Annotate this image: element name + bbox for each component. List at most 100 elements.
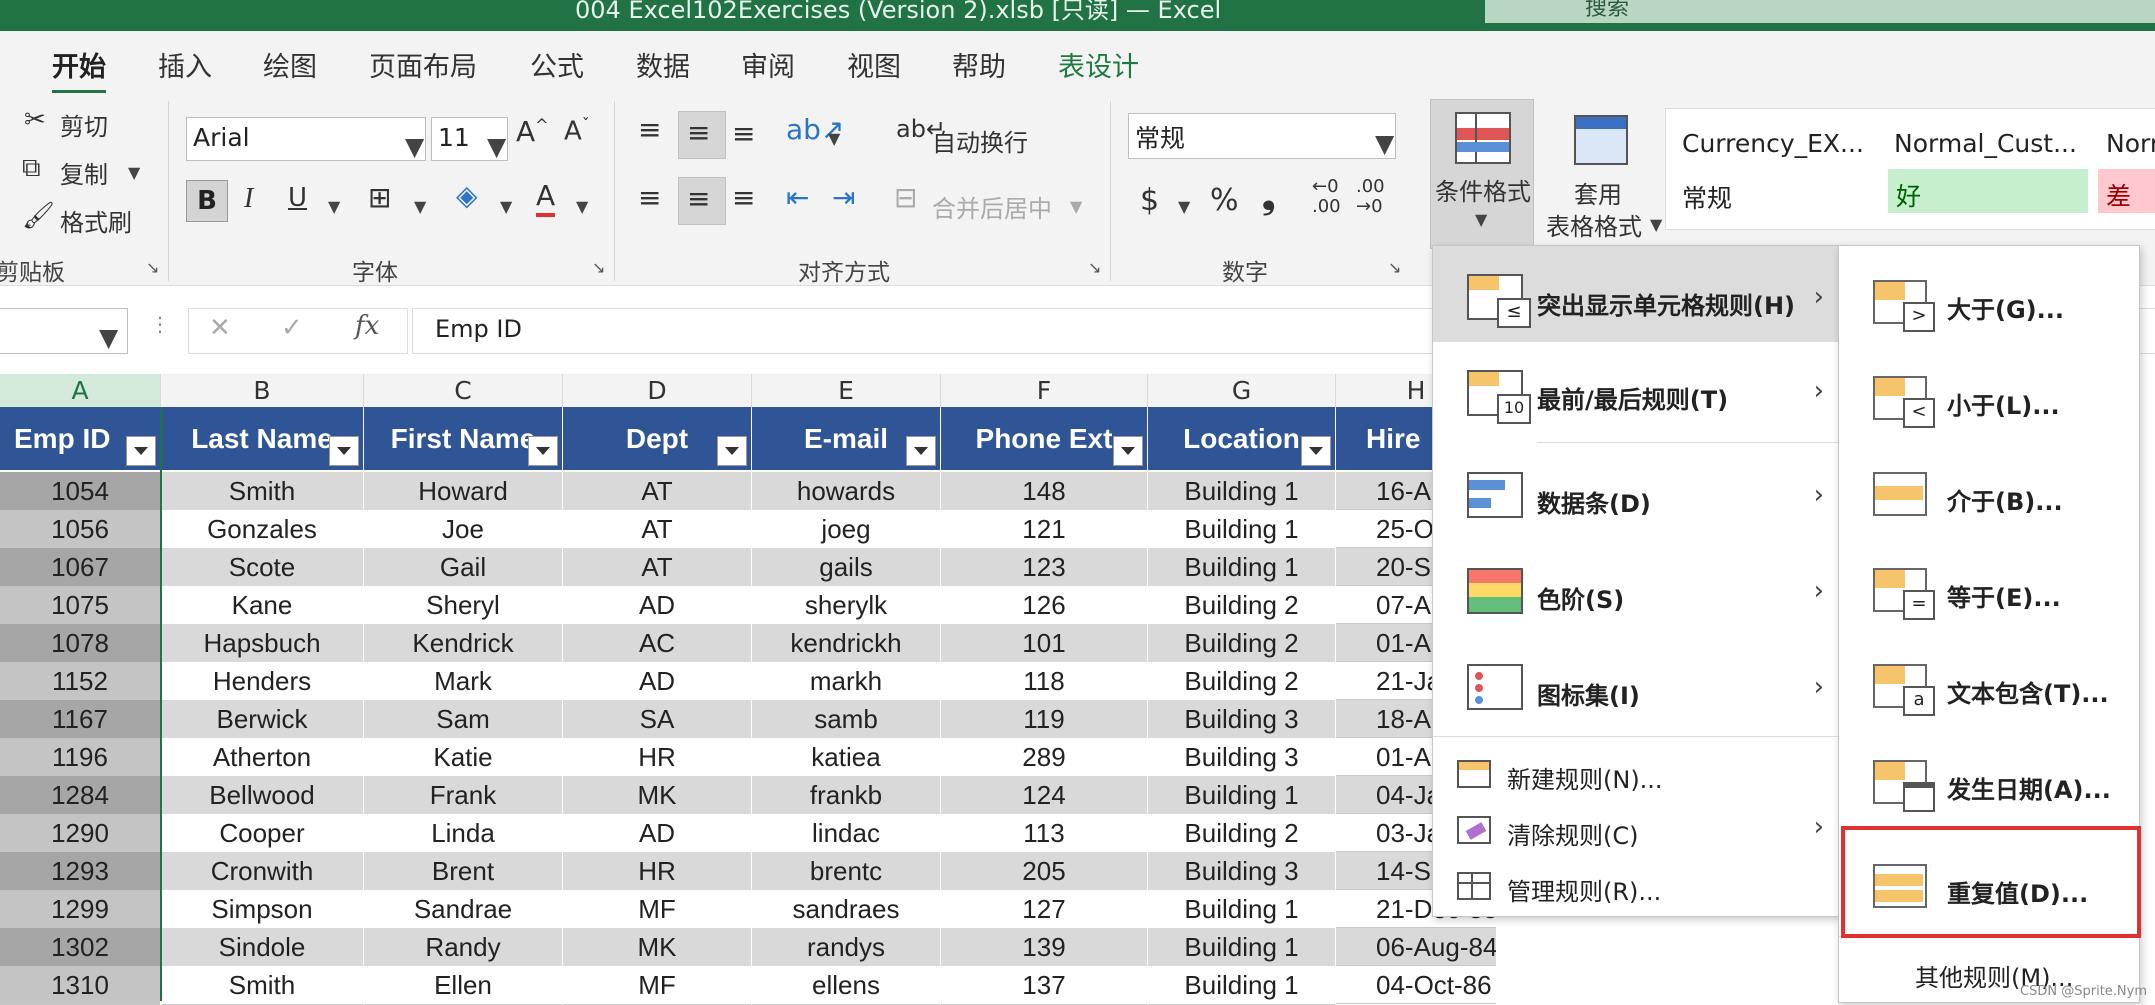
cell-location[interactable]: Building 2 <box>1148 624 1335 663</box>
cell-first-name[interactable]: Gail <box>364 548 562 587</box>
tab-home[interactable]: 开始 <box>52 45 106 94</box>
format-as-table-button[interactable]: 套用 表格格式 ▼ <box>1540 99 1662 259</box>
cell-emp-id[interactable]: 1293 <box>0 852 160 891</box>
cell-dept[interactable]: MF <box>563 890 751 929</box>
cell-last-name[interactable]: Smith <box>161 966 363 1005</box>
cell-first-name[interactable]: Kendrick <box>364 624 562 663</box>
cell-emp-id[interactable]: 1152 <box>0 662 160 701</box>
align-top-icon[interactable]: ≡ <box>638 113 661 146</box>
orientation-chevron-icon[interactable]: ▼ <box>828 129 840 148</box>
increase-indent-icon[interactable]: ⇥ <box>832 181 855 214</box>
cell-phone-ext[interactable]: 148 <box>941 472 1147 511</box>
search-box[interactable]: 搜索 <box>1485 0 2155 23</box>
cell-phone-ext[interactable]: 127 <box>941 890 1147 929</box>
cell-dept[interactable]: AT <box>563 510 751 549</box>
align-center-button[interactable]: ≡ <box>678 177 726 225</box>
cell-dept[interactable]: MK <box>563 928 751 967</box>
clipboard-launcher-icon[interactable]: ↘ <box>146 258 159 277</box>
cell-first-name[interactable]: Brent <box>364 852 562 891</box>
submenu-item-less-than[interactable]: < 小于(L)... <box>1839 360 2139 446</box>
cell-last-name[interactable]: Scote <box>161 548 363 587</box>
cell-last-name[interactable]: Hapsbuch <box>161 624 363 663</box>
cell-email[interactable]: gails <box>752 548 940 587</box>
cell-location[interactable]: Building 1 <box>1148 928 1335 967</box>
cell-email[interactable]: kendrickh <box>752 624 940 663</box>
cell-email[interactable]: howards <box>752 472 940 511</box>
column-header-e[interactable]: E <box>752 374 941 408</box>
bold-button[interactable]: B <box>186 180 228 222</box>
cell-first-name[interactable]: Joe <box>364 510 562 549</box>
filter-dropdown-icon[interactable] <box>1113 436 1143 466</box>
style-bad[interactable]: 差 <box>2098 169 2155 213</box>
menu-item-data-bars[interactable]: 数据条(D) › <box>1433 452 1838 538</box>
header-dept[interactable]: Dept <box>563 407 751 470</box>
cell-first-name[interactable]: Mark <box>364 662 562 701</box>
increase-font-size-icon[interactable]: A^ <box>516 115 549 148</box>
column-header-a[interactable]: A <box>0 374 161 410</box>
filter-dropdown-icon[interactable] <box>1301 436 1331 466</box>
cell-last-name[interactable]: Simpson <box>161 890 363 929</box>
cell-first-name[interactable]: Howard <box>364 472 562 511</box>
font-color-icon[interactable]: A <box>536 179 556 217</box>
font-launcher-icon[interactable]: ↘ <box>592 258 605 277</box>
merge-center-icon[interactable]: ⊟ <box>894 181 917 214</box>
decrease-indent-icon[interactable]: ⇤ <box>786 181 809 214</box>
cell-last-name[interactable]: Sindole <box>161 928 363 967</box>
cancel-icon[interactable]: ✕ <box>209 313 231 343</box>
currency-button[interactable]: $ <box>1140 183 1159 218</box>
menu-item-highlight-rules[interactable]: ≤ 突出显示单元格规则(H) › <box>1433 246 1838 342</box>
style-currency-ex[interactable]: Currency_EX... <box>1682 129 1864 158</box>
filter-dropdown-icon[interactable] <box>717 436 747 466</box>
cell-last-name[interactable]: Berwick <box>161 700 363 739</box>
cell-emp-id[interactable]: 1167 <box>0 700 160 739</box>
cell-email[interactable]: katiea <box>752 738 940 777</box>
cell-first-name[interactable]: Ellen <box>364 966 562 1005</box>
tab-insert[interactable]: 插入 <box>158 45 212 84</box>
number-launcher-icon[interactable]: ↘ <box>1388 258 1401 277</box>
comma-button[interactable]: ❟ <box>1262 177 1275 217</box>
cell-location[interactable]: Building 1 <box>1148 890 1335 929</box>
cell-last-name[interactable]: Kane <box>161 586 363 625</box>
menu-item-top-bottom-rules[interactable]: 10 最前/最后规则(T) › <box>1433 352 1838 438</box>
cell-location[interactable]: Building 1 <box>1148 966 1335 1005</box>
cell-email[interactable]: joeg <box>752 510 940 549</box>
cell-email[interactable]: sandraes <box>752 890 940 929</box>
submenu-item-between[interactable]: 介于(B)... <box>1839 456 2139 542</box>
column-header-b[interactable]: B <box>161 374 364 408</box>
menu-item-clear-rules[interactable]: 清除规则(C) › <box>1433 802 1838 858</box>
align-left-icon[interactable]: ≡ <box>638 181 661 214</box>
scissors-icon[interactable]: ✂ <box>24 105 46 135</box>
cell-email[interactable]: lindac <box>752 814 940 853</box>
header-emp-id[interactable]: Emp ID <box>0 407 160 470</box>
cell-hire-date[interactable]: 06-Aug-84 <box>1336 928 1496 966</box>
header-phone-ext[interactable]: Phone Ext <box>941 407 1147 470</box>
cell-first-name[interactable]: Sheryl <box>364 586 562 625</box>
cell-location[interactable]: Building 2 <box>1148 662 1335 701</box>
column-header-g[interactable]: G <box>1148 374 1336 408</box>
cell-emp-id[interactable]: 1302 <box>0 928 160 967</box>
cell-last-name[interactable]: Cooper <box>161 814 363 853</box>
header-first-name[interactable]: First Name <box>364 407 562 470</box>
copy-icon[interactable]: ⧉ <box>22 153 41 184</box>
header-email[interactable]: E-mail <box>752 407 940 470</box>
header-location[interactable]: Location <box>1148 407 1335 470</box>
fill-color-icon[interactable]: ◈ <box>456 179 478 212</box>
cell-phone-ext[interactable]: 205 <box>941 852 1147 891</box>
cell-location[interactable]: Building 3 <box>1148 852 1335 891</box>
menu-item-icon-sets[interactable]: 图标集(I) › <box>1433 644 1838 730</box>
decrease-font-size-icon[interactable]: Aˇ <box>564 115 590 147</box>
borders-icon[interactable]: ⊞ <box>368 181 391 214</box>
style-normal[interactable]: Norm <box>2106 129 2155 158</box>
cell-dept[interactable]: SA <box>563 700 751 739</box>
header-last-name[interactable]: Last Name <box>161 407 363 470</box>
cell-emp-id[interactable]: 1075 <box>0 586 160 625</box>
cell-location[interactable]: Building 2 <box>1148 586 1335 625</box>
copy-dropdown-chevron-icon[interactable]: ▼ <box>128 163 140 182</box>
cell-phone-ext[interactable]: 118 <box>941 662 1147 701</box>
cell-emp-id[interactable]: 1299 <box>0 890 160 929</box>
cell-hire-date[interactable]: 04-Oct-86 <box>1336 966 1496 1004</box>
cell-dept[interactable]: HR <box>563 738 751 777</box>
font-name-select[interactable]: Arial ▼ <box>186 117 426 161</box>
submenu-item-greater-than[interactable]: > 大于(G)... <box>1839 264 2139 350</box>
cell-dept[interactable]: AD <box>563 586 751 625</box>
